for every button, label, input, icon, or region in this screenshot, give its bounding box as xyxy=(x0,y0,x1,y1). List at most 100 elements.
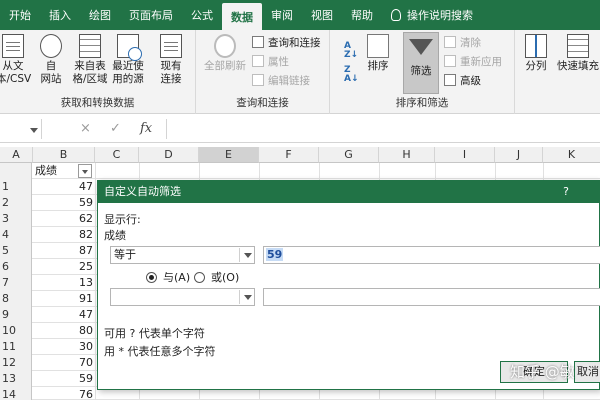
cell-value[interactable]: 91 xyxy=(33,291,95,307)
tab-formulas[interactable]: 公式 xyxy=(182,0,222,30)
chevron-down-icon xyxy=(244,295,252,300)
tab-help[interactable]: 帮助 xyxy=(342,0,382,30)
refresh-all-button[interactable]: 全部刷新 xyxy=(202,34,248,73)
from-table-line1: 来自表 xyxy=(74,60,106,72)
cell-value[interactable]: 82 xyxy=(33,227,95,243)
value1-input[interactable]: 59 xyxy=(263,246,600,264)
ribbon: 从文 本/CSV 自 网站 来自表 格/区域 最近使 用的源 现有 连接 获取和… xyxy=(0,30,600,114)
row-number[interactable]: 9 xyxy=(0,307,32,323)
column-header-b[interactable]: B xyxy=(33,147,95,163)
recent-line2: 用的源 xyxy=(112,73,144,85)
operator2-select[interactable] xyxy=(110,288,255,306)
column-header-k[interactable]: K xyxy=(543,147,600,163)
tab-draw[interactable]: 绘图 xyxy=(80,0,120,30)
sort-za-icon[interactable]: Z A↓ xyxy=(344,66,359,84)
sort-button[interactable]: 排序 xyxy=(360,34,396,73)
operator1-select[interactable]: 等于 xyxy=(110,246,255,264)
refresh-all-label: 全部刷新 xyxy=(204,60,246,72)
cell-value[interactable]: 76 xyxy=(33,387,95,400)
name-box-dropdown-icon[interactable] xyxy=(30,128,38,133)
group-queries: 全部刷新 查询和连接 属性 编辑链接 查询和连接 xyxy=(196,30,330,114)
cell-value[interactable]: 47 xyxy=(33,179,95,195)
recent-line1: 最近使 xyxy=(112,60,144,72)
cell-value[interactable]: 70 xyxy=(33,355,95,371)
text-to-columns-button[interactable]: 分列 xyxy=(519,34,553,73)
from-web-button[interactable]: 自 网站 xyxy=(34,34,68,86)
sort-az-icon[interactable]: A Z↓ xyxy=(344,42,358,60)
cell-value[interactable]: 59 xyxy=(33,195,95,211)
queries-connections-button[interactable]: 查询和连接 xyxy=(252,33,321,51)
cell-value[interactable]: 47 xyxy=(33,307,95,323)
clear-filter-icon xyxy=(444,36,456,48)
autofilter-dropdown-icon[interactable] xyxy=(78,164,92,178)
tab-view[interactable]: 视图 xyxy=(302,0,342,30)
advanced-filter-icon xyxy=(444,74,456,86)
column-header-i[interactable]: I xyxy=(435,147,495,163)
tab-home[interactable]: 开始 xyxy=(0,0,40,30)
tell-me-search[interactable]: 操作说明搜索 xyxy=(382,0,482,30)
row-number[interactable]: 8 xyxy=(0,291,32,307)
recent-sources-button[interactable]: 最近使 用的源 xyxy=(110,34,146,86)
cell-value[interactable]: 87 xyxy=(33,243,95,259)
cancel-formula-icon[interactable]: × xyxy=(80,121,91,136)
text-file-icon xyxy=(2,34,24,58)
value2-input[interactable] xyxy=(263,288,600,306)
edit-links-button[interactable]: 编辑链接 xyxy=(252,71,310,89)
from-text-csv-button[interactable]: 从文 本/CSV xyxy=(0,34,31,86)
row-number[interactable]: 6 xyxy=(0,259,32,275)
tab-page-layout[interactable]: 页面布局 xyxy=(120,0,182,30)
cell-value[interactable]: 59 xyxy=(33,371,95,387)
column-header-g[interactable]: G xyxy=(319,147,379,163)
formula-bar: × ✓ fx xyxy=(0,115,600,143)
clear-filter-button[interactable]: 清除 xyxy=(444,33,481,51)
and-radio[interactable]: 与(A) xyxy=(146,269,190,285)
cell-value[interactable]: 62 xyxy=(33,211,95,227)
row-number[interactable]: 10 xyxy=(0,323,32,339)
select-separator xyxy=(239,290,240,304)
insert-function-icon[interactable]: fx xyxy=(140,121,152,136)
filter-button[interactable]: 筛选 xyxy=(403,32,439,94)
column-header-e[interactable]: E xyxy=(199,147,259,163)
reapply-button[interactable]: 重新应用 xyxy=(444,52,502,70)
row-number[interactable]: 2 xyxy=(0,195,32,211)
column-header-j[interactable]: J xyxy=(495,147,543,163)
row-number[interactable]: 3 xyxy=(0,211,32,227)
advanced-filter-button[interactable]: 高级 xyxy=(444,71,481,89)
cell-value[interactable]: 13 xyxy=(33,275,95,291)
cell-value[interactable]: 25 xyxy=(33,259,95,275)
properties-label: 属性 xyxy=(268,55,289,68)
tab-review[interactable]: 审阅 xyxy=(262,0,302,30)
column-header-h[interactable]: H xyxy=(379,147,435,163)
row-number[interactable]: 13 xyxy=(0,371,32,387)
enter-formula-icon[interactable]: ✓ xyxy=(110,121,121,136)
column-header-d[interactable]: D xyxy=(139,147,199,163)
and-label: 与(A) xyxy=(163,271,191,284)
web-globe-icon xyxy=(40,34,62,58)
name-box[interactable] xyxy=(0,119,42,139)
flash-fill-button[interactable]: 快速填充 xyxy=(553,34,600,73)
header-cell-text: 成绩 xyxy=(35,164,57,177)
from-table-button[interactable]: 来自表 格/区域 xyxy=(72,34,108,86)
row-number[interactable]: 11 xyxy=(0,339,32,355)
formula-input[interactable] xyxy=(166,119,600,139)
row-number[interactable]: 14 xyxy=(0,387,32,400)
tab-insert[interactable]: 插入 xyxy=(40,0,80,30)
row-number[interactable]: 4 xyxy=(0,227,32,243)
or-radio[interactable]: 或(O) xyxy=(194,269,239,285)
row-number[interactable]: 1 xyxy=(0,179,32,195)
column-header-c[interactable]: C xyxy=(95,147,139,163)
column-header-f[interactable]: F xyxy=(259,147,319,163)
row-number[interactable]: 5 xyxy=(0,243,32,259)
existing-connections-button[interactable]: 现有 连接 xyxy=(154,34,188,86)
tab-data[interactable]: 数据 xyxy=(222,3,262,30)
row-number[interactable] xyxy=(0,163,32,179)
help-icon[interactable]: ? xyxy=(563,181,569,203)
cell-value[interactable]: 80 xyxy=(33,323,95,339)
cell-value[interactable]: 30 xyxy=(33,339,95,355)
queries-label: 查询和连接 xyxy=(268,36,321,49)
row-number[interactable]: 12 xyxy=(0,355,32,371)
properties-button[interactable]: 属性 xyxy=(252,52,289,70)
column-header-a[interactable]: A xyxy=(0,147,33,163)
row-number[interactable]: 7 xyxy=(0,275,32,291)
sort-label: 排序 xyxy=(367,60,389,72)
